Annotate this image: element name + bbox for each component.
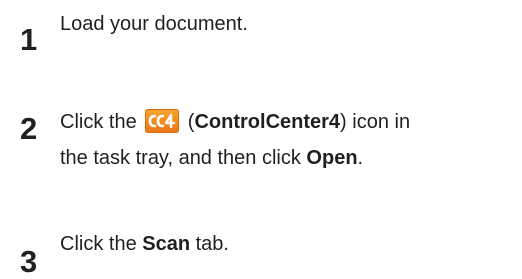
step-instruction-part: Click the xyxy=(60,111,143,133)
app-name: ControlCenter4 xyxy=(194,111,341,133)
step-instruction: Load your document. xyxy=(60,13,248,35)
step-instruction-part: ) icon in xyxy=(340,111,411,133)
step-number: 1 xyxy=(20,22,38,57)
step-text: Load your document. xyxy=(60,6,510,42)
step-instruction-part: ( xyxy=(182,111,195,133)
controlcenter4-icon xyxy=(145,109,180,133)
open-label: Open xyxy=(306,147,358,169)
scan-tab-label: Scan xyxy=(142,233,191,255)
step-number: 2 xyxy=(20,111,38,146)
step-text: Click the (ControlCenter4) icon in the ta… xyxy=(60,104,510,176)
step-instruction-part: . xyxy=(357,147,364,169)
step-instruction-part: tab. xyxy=(190,233,229,255)
step-instruction-part: Click the xyxy=(60,233,143,255)
step-number: 3 xyxy=(20,244,38,279)
step-instruction-part: the task tray, and then click xyxy=(60,147,307,169)
step-text: Click the Scan tab. xyxy=(60,226,510,262)
